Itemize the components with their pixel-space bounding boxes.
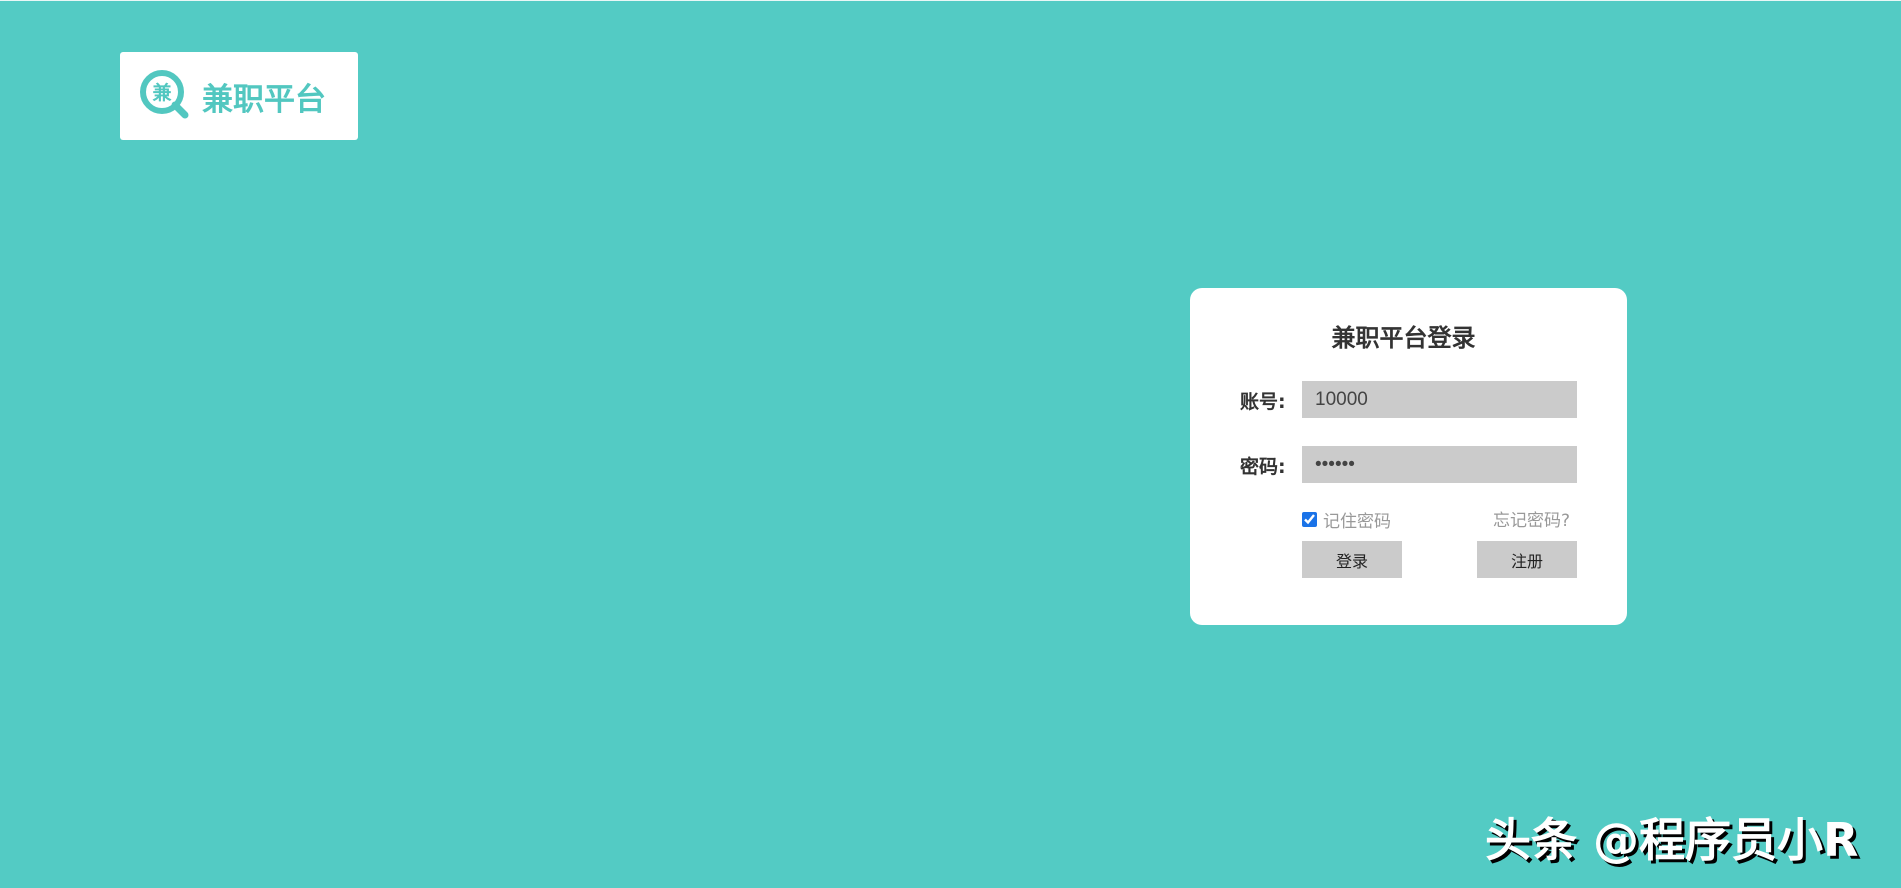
remember-password[interactable]: 记住密码 [1302, 507, 1391, 532]
remember-checkbox[interactable] [1302, 512, 1317, 527]
account-label: 账号: [1240, 391, 1286, 413]
logo-icon-char: 兼 [152, 81, 171, 104]
logo[interactable]: 兼 兼职平台 [120, 52, 358, 140]
watermark: 头条 @程序员小R [1485, 813, 1859, 867]
remember-label: 记住密码 [1323, 512, 1391, 532]
password-input[interactable] [1302, 446, 1577, 483]
register-button[interactable]: 注册 [1477, 541, 1577, 578]
forgot-password-link[interactable]: 忘记密码? [1493, 506, 1570, 531]
magnifier-logo-icon: 兼 [138, 68, 194, 124]
login-button[interactable]: 登录 [1302, 541, 1402, 578]
account-input[interactable] [1302, 381, 1577, 418]
login-title: 兼职平台登录 [1331, 324, 1476, 352]
logo-text: 兼职平台 [202, 81, 326, 118]
password-label: 密码: [1240, 456, 1286, 478]
